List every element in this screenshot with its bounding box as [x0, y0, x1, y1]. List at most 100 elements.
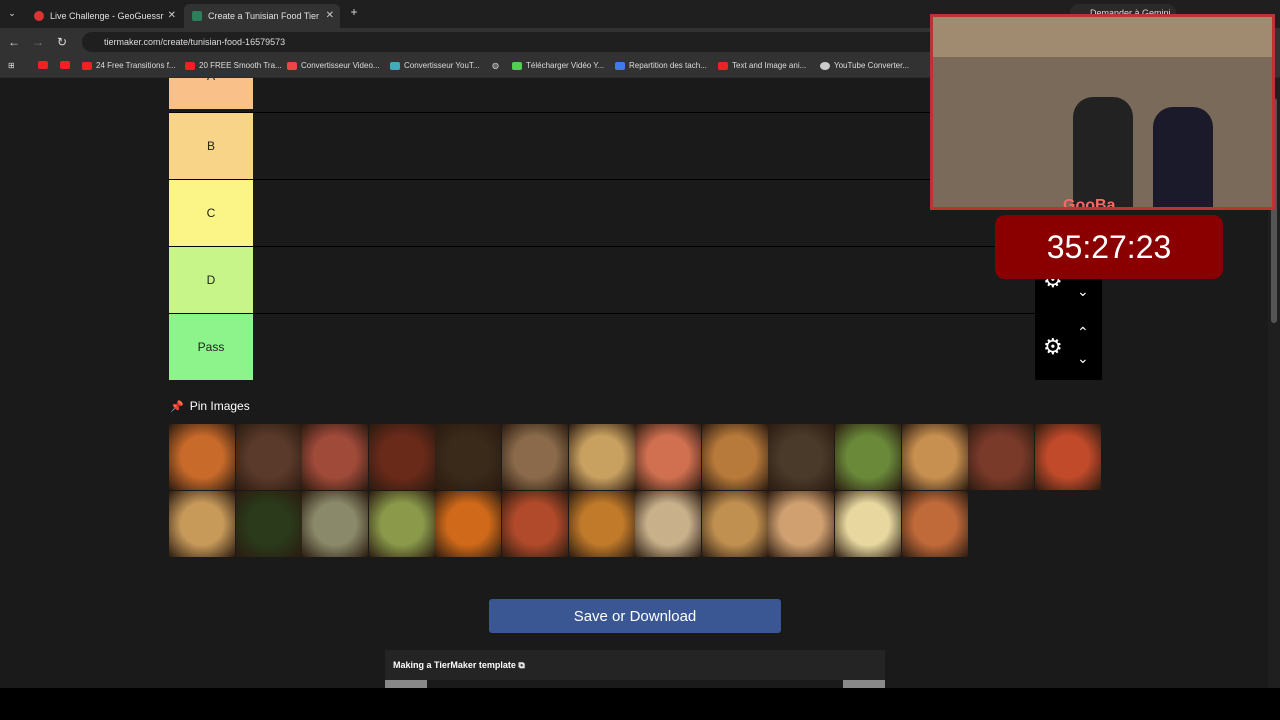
timer: 35:27:23 — [995, 215, 1223, 279]
tier-label[interactable]: B — [169, 113, 253, 179]
food-image[interactable] — [701, 424, 768, 490]
apps-icon[interactable]: ⊞ — [8, 61, 15, 70]
url-field[interactable]: tiermaker.com/create/tunisian-food-16579… — [82, 32, 942, 52]
timer-value: 35:27:23 — [1046, 228, 1172, 265]
food-image[interactable] — [302, 491, 369, 557]
food-image[interactable] — [435, 424, 502, 490]
tier-label[interactable]: A — [169, 78, 253, 109]
food-image[interactable] — [768, 491, 835, 557]
youtube-icon — [82, 61, 92, 70]
webcam-ceiling — [933, 17, 1272, 57]
tab-label: Live Challenge - GeoGuessr — [50, 11, 164, 21]
bookmark-label: Télécharger Vidéo Y... — [526, 61, 605, 70]
tiermaker-icon — [192, 11, 202, 21]
bookmark-item[interactable]: Convertisseur YouT... — [390, 61, 480, 70]
bookmark-label: 24 Free Transitions f... — [96, 61, 176, 70]
docs-icon — [615, 61, 625, 70]
horizontal-scrollbar[interactable] — [385, 680, 885, 688]
bookmark-label: 20 FREE Smooth Tra... — [199, 61, 282, 70]
close-icon[interactable]: ✕ — [168, 10, 176, 21]
food-image[interactable] — [169, 424, 235, 490]
youtube-icon — [718, 61, 728, 70]
save-download-button[interactable]: Save or Download — [489, 599, 781, 633]
close-icon[interactable]: ✕ — [326, 10, 334, 21]
tab-tiermaker[interactable]: Create a Tunisian Food Tier List ✕ — [184, 4, 340, 28]
food-image[interactable] — [768, 424, 835, 490]
bookmark-label: YouTube Converter... — [834, 61, 910, 70]
reload-icon[interactable]: ↻ — [54, 34, 70, 50]
download-icon — [512, 61, 522, 70]
location-pin-icon — [34, 11, 44, 21]
tier-label[interactable]: C — [169, 180, 253, 246]
food-image[interactable] — [502, 491, 568, 557]
food-image[interactable] — [169, 491, 235, 557]
bookmark-label: Repartition des tach... — [629, 61, 707, 70]
food-image[interactable] — [701, 491, 768, 557]
food-image[interactable] — [635, 424, 702, 490]
food-image[interactable] — [502, 424, 568, 490]
z-icon — [287, 61, 297, 70]
chevron-down-icon[interactable]: ⌄ — [1077, 283, 1089, 300]
food-image[interactable] — [835, 491, 901, 557]
bookmark-label: Convertisseur YouT... — [404, 61, 480, 70]
bottom-bar — [0, 688, 1280, 720]
bookmark-item[interactable]: Convertisseur Video... — [287, 61, 380, 70]
tier-label[interactable]: D — [169, 247, 253, 313]
bookmark-youtube[interactable] — [38, 61, 52, 69]
food-image[interactable] — [235, 491, 302, 557]
converter-icon — [390, 61, 400, 70]
bookmark-item[interactable]: Repartition des tach... — [615, 61, 707, 70]
streamer-figure — [1073, 97, 1133, 207]
food-image[interactable] — [968, 424, 1035, 490]
bookmark-item[interactable]: Télécharger Vidéo Y... — [512, 61, 604, 70]
pin-icon: 📌 — [170, 400, 184, 413]
scroll-thumb-left[interactable] — [385, 680, 427, 688]
food-image[interactable] — [1034, 424, 1101, 490]
tab-geoguessr[interactable]: Live Challenge - GeoGuessr ✕ — [26, 4, 182, 28]
tab-label: Create a Tunisian Food Tier List — [208, 11, 320, 21]
tier-label[interactable]: Pass — [169, 314, 253, 380]
chevron-up-icon[interactable]: ⌃ — [1077, 324, 1089, 341]
save-label: Save or Download — [573, 607, 697, 625]
tab-search-icon[interactable]: ⌄ — [4, 5, 20, 21]
back-icon[interactable]: ← — [6, 34, 22, 50]
globe-icon[interactable]: ◍ — [492, 61, 499, 70]
food-image[interactable] — [235, 424, 302, 490]
forward-icon[interactable]: → — [30, 34, 46, 50]
food-image[interactable] — [435, 491, 502, 557]
youtube-icon — [185, 61, 195, 70]
pin-label: Pin Images — [189, 399, 250, 413]
template-link[interactable]: Making a TierMaker template ⧉ — [393, 660, 525, 671]
food-image[interactable] — [368, 424, 435, 490]
template-info: Making a TierMaker template ⧉ — [385, 650, 885, 680]
bookmark-label: Convertisseur Video... — [301, 61, 380, 70]
globe-icon — [820, 61, 830, 70]
bookmark-label: Text and Image ani... — [732, 61, 807, 70]
scroll-thumb-right[interactable] — [843, 680, 885, 688]
bookmark-item[interactable]: YouTube Converter... — [820, 61, 909, 70]
food-image[interactable] — [368, 491, 435, 557]
youtube-icon — [60, 61, 70, 69]
streamer-figure — [1153, 107, 1213, 207]
gear-icon[interactable]: ⚙ — [1043, 336, 1063, 358]
template-label: Making a TierMaker template — [393, 660, 516, 670]
pin-images-toggle[interactable]: 📌 Pin Images — [170, 399, 250, 413]
chevron-down-icon[interactable]: ⌄ — [1077, 350, 1089, 367]
overlay-name: GooBa — [1063, 197, 1116, 210]
food-image[interactable] — [635, 491, 702, 557]
webcam-overlay: GooBa — [930, 14, 1275, 210]
food-image[interactable] — [568, 424, 635, 490]
new-tab-button[interactable]: + — [346, 4, 362, 20]
youtube-icon — [38, 61, 48, 69]
food-image[interactable] — [568, 491, 635, 557]
tier-row-pass: Pass ⚙ ⌃ ⌄ — [169, 313, 1102, 380]
bookmark-item[interactable]: Text and Image ani... — [718, 61, 806, 70]
food-image[interactable] — [901, 491, 968, 557]
food-image[interactable] — [835, 424, 901, 490]
food-image[interactable] — [302, 424, 369, 490]
bookmark-youtube[interactable] — [60, 61, 74, 69]
bookmark-item[interactable]: 20 FREE Smooth Tra... — [185, 61, 282, 70]
tier-row-d: D ⚙ ⌄ — [169, 246, 1102, 313]
bookmark-item[interactable]: 24 Free Transitions f... — [82, 61, 176, 70]
food-image[interactable] — [901, 424, 968, 490]
